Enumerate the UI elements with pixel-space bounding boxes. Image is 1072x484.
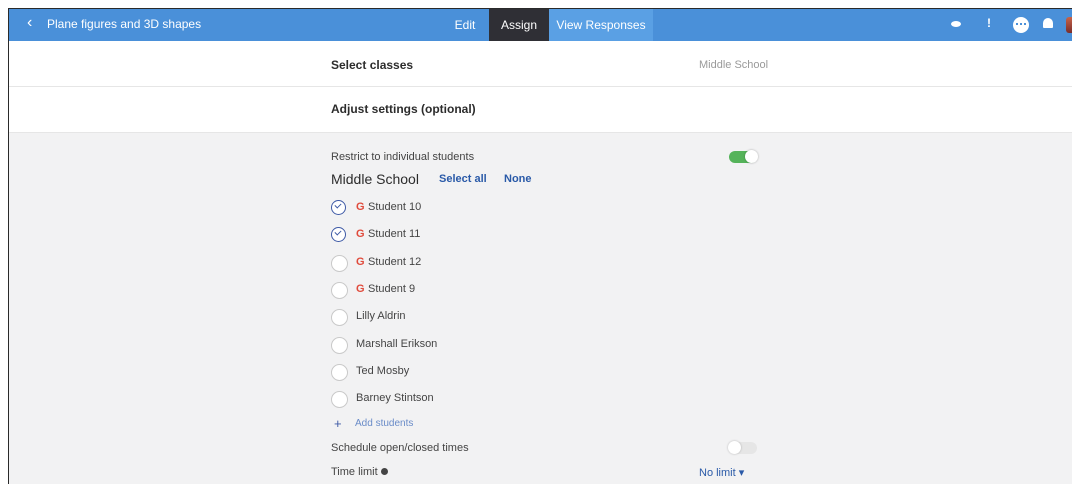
chevron-left-icon[interactable]: ‹ (27, 14, 32, 32)
student-name: Lilly Aldrin (356, 310, 406, 322)
toggle-knob (728, 441, 741, 454)
google-icon: G (356, 201, 365, 213)
select-all-link[interactable]: Select all (439, 173, 487, 185)
time-limit-label: Time limit (331, 466, 388, 478)
chat-icon[interactable] (1013, 17, 1029, 33)
student-checkbox[interactable] (331, 337, 348, 354)
student-name: Student 12 (368, 256, 422, 268)
help-icon[interactable] (380, 468, 388, 475)
restrict-students-label: Restrict to individual students (331, 151, 475, 163)
student-checkbox[interactable] (331, 255, 348, 272)
adjust-settings-label: Adjust settings (optional) (331, 102, 476, 116)
schedule-times-label: Schedule open/closed times (331, 442, 469, 454)
student-checkbox[interactable] (331, 282, 348, 299)
tab-view-responses[interactable]: View Responses (549, 9, 653, 41)
student-name: Student 11 (368, 228, 421, 240)
student-name: Barney Stintson (356, 392, 434, 404)
restrict-students-toggle[interactable] (729, 150, 758, 163)
check-icon (334, 228, 342, 236)
top-bar: ‹ Plane figures and 3D shapes Edit Assig… (9, 9, 1072, 41)
tab-edit[interactable]: Edit (441, 9, 489, 41)
app-window: ‹ Plane figures and 3D shapes Edit Assig… (8, 8, 1072, 484)
tab-assign[interactable]: Assign (489, 9, 549, 41)
class-name: Middle School (331, 171, 419, 187)
select-classes-row[interactable]: Select classes Middle School (9, 41, 1072, 87)
adjust-settings-row[interactable]: Adjust settings (optional) (9, 87, 1072, 133)
mode-tabs: Edit Assign View Responses (441, 9, 653, 41)
selected-class-value: Middle School (699, 59, 769, 71)
info-icon[interactable]: ! (987, 16, 991, 30)
google-icon: G (356, 256, 365, 268)
schedule-times-toggle[interactable] (728, 441, 757, 454)
select-none-link[interactable]: None (504, 173, 532, 185)
time-limit-select[interactable]: No limit ▾ (699, 466, 744, 479)
settings-panel: Restrict to individual students Middle S… (9, 133, 1072, 484)
toggle-knob (745, 150, 758, 163)
student-checkbox[interactable] (331, 227, 346, 242)
student-checkbox[interactable] (331, 364, 348, 381)
google-icon: G (356, 228, 365, 240)
eye-icon[interactable] (949, 18, 963, 30)
header-actions: ! (949, 9, 1072, 41)
student-name: Student 10 (368, 201, 422, 213)
student-name: Ted Mosby (356, 365, 410, 377)
bell-icon[interactable] (1043, 18, 1053, 30)
select-classes-label: Select classes (331, 58, 414, 72)
student-checkbox[interactable] (331, 200, 346, 215)
student-name: Student 9 (368, 283, 416, 295)
check-icon (334, 201, 342, 209)
avatar[interactable] (1066, 17, 1072, 33)
student-name: Marshall Erikson (356, 338, 438, 350)
plus-icon: + (334, 416, 342, 431)
add-students-label: Add students (355, 418, 414, 429)
time-limit-value: No limit (699, 467, 736, 479)
student-checkbox[interactable] (331, 391, 348, 408)
time-limit-text: Time limit (331, 466, 378, 478)
student-checkbox[interactable] (331, 309, 348, 326)
lesson-title[interactable]: Plane figures and 3D shapes (47, 17, 201, 31)
google-icon: G (356, 283, 365, 295)
